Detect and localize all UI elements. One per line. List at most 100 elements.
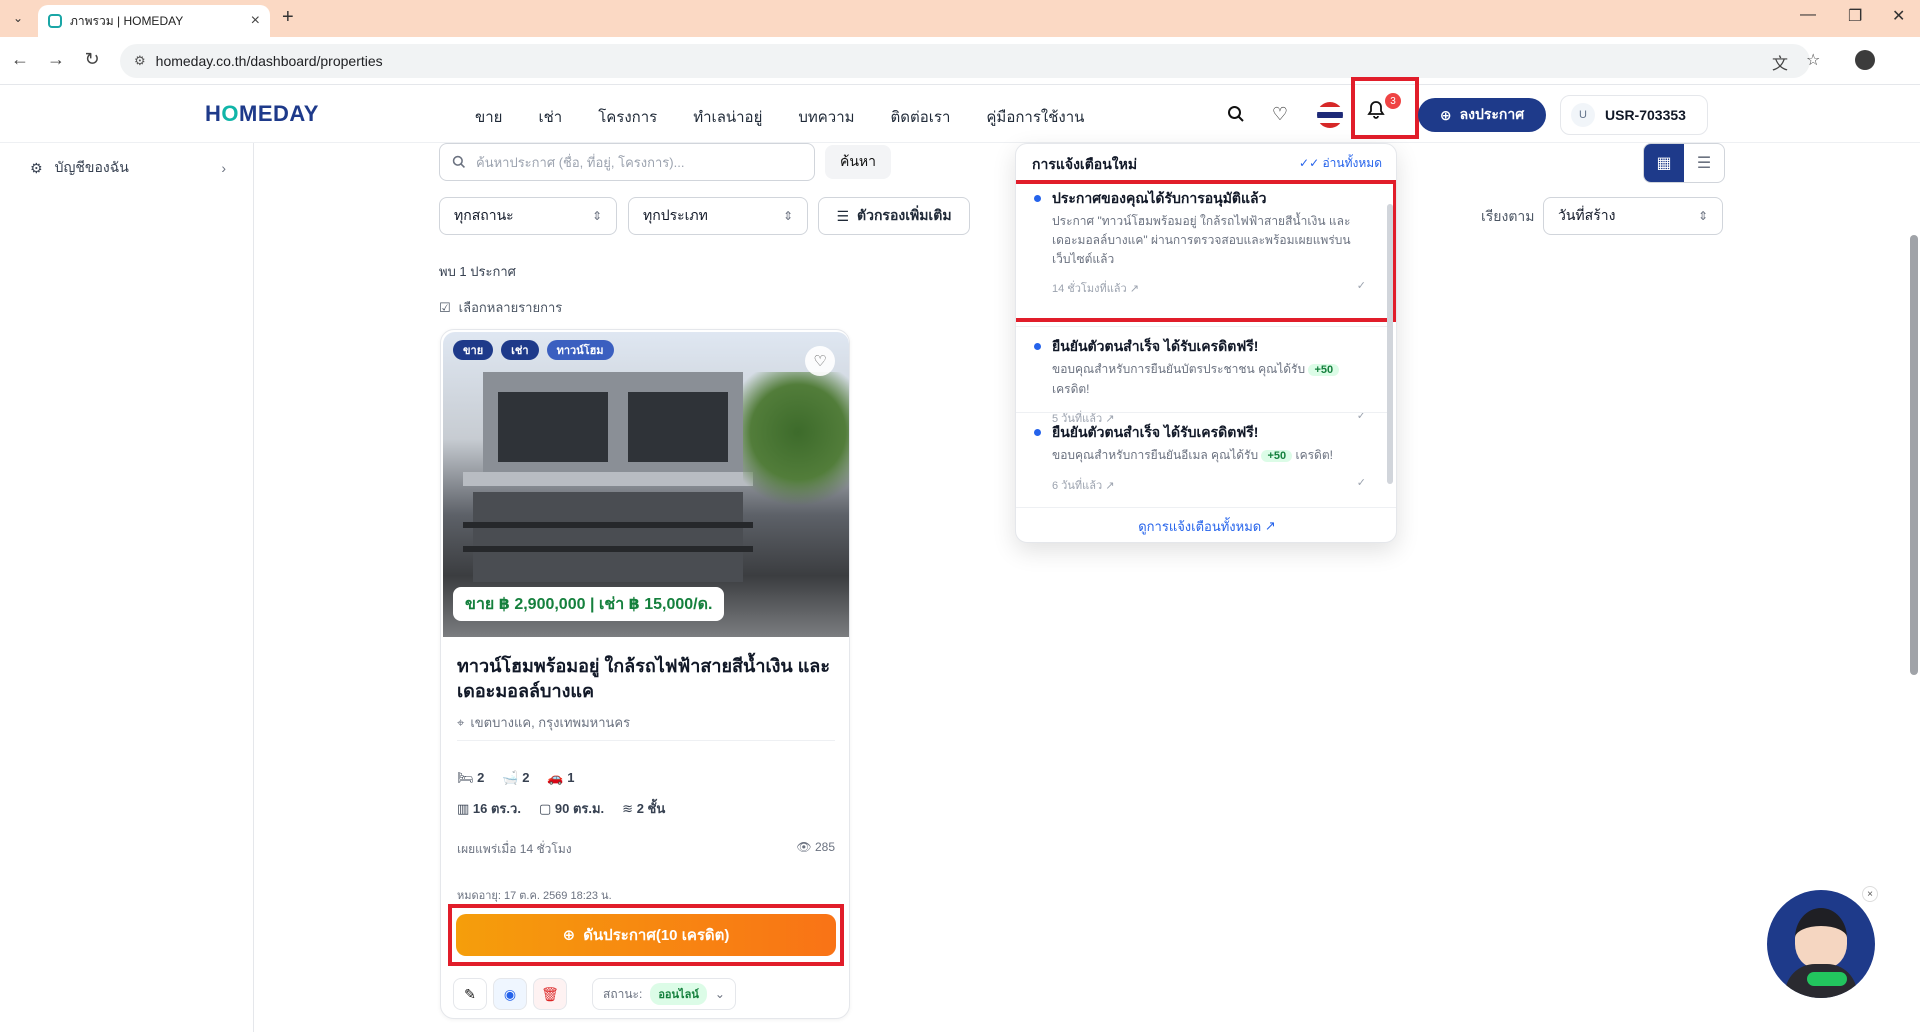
listing-card[interactable]: ขาย เช่า ทาวน์โฮม ♡ ขาย ฿ 2,900,000 | เช…: [440, 329, 850, 1019]
listing-footer: เผยแพร่เมื่อ 14 ชั่วโมง 👁 285: [457, 840, 835, 859]
search-input-icon: [452, 155, 465, 168]
unread-dot: [1034, 429, 1041, 436]
url-text: homeday.co.th/dashboard/properties: [155, 53, 383, 69]
trash-icon: 🗑: [541, 985, 559, 1002]
post-listing-button[interactable]: ⊕ ลงประกาศ: [1418, 98, 1546, 132]
main-nav: ขาย เช่า โครงการ ทำเลน่าอยู่ บทความ ติดต…: [475, 105, 1084, 129]
translate-icon[interactable]: 文: [1772, 50, 1788, 74]
notification-scrollbar[interactable]: [1387, 204, 1393, 484]
arrow-up-circle-icon: ⊕: [562, 927, 576, 944]
map-icon: ▥: [457, 801, 470, 816]
minimize-icon[interactable]: —: [1800, 6, 1816, 24]
favorites-heart-icon[interactable]: ♡: [1268, 102, 1292, 126]
boost-listing-button[interactable]: ⊕ ดันประกาศ(10 เครดิต): [456, 914, 836, 956]
restore-icon[interactable]: ❐: [1848, 6, 1862, 26]
listing-title[interactable]: ทาวน์โฮมพร้อมอยู่ ใกล้รถไฟฟ้าสายสีน้ำเงิ…: [457, 654, 837, 704]
notification-bell-icon[interactable]: [1366, 100, 1386, 126]
bookmark-star-icon[interactable]: ☆: [1806, 50, 1820, 70]
eye-icon: 👁: [796, 840, 812, 854]
nav-item-rent[interactable]: เช่า: [538, 105, 562, 129]
profile-avatar-icon[interactable]: [1855, 50, 1875, 70]
omnibox[interactable]: ⚙ homeday.co.th/dashboard/properties: [120, 44, 1810, 78]
sort-select[interactable]: วันที่สร้าง ⇕: [1543, 197, 1723, 235]
view-count: 👁 285: [796, 840, 835, 854]
status-filter-select[interactable]: ทุกสถานะ ⇕: [439, 197, 617, 235]
view-button[interactable]: ◉: [493, 978, 527, 1010]
status-badge: ออนไลน์: [650, 983, 707, 1005]
view-toggle: ▦ ☰: [1643, 143, 1725, 183]
map-pin-icon: ⌖: [457, 714, 465, 730]
notification-item[interactable]: ยืนยันตัวตนสำเร็จ ได้รับเครดิตฟรี! ขอบคุ…: [1016, 336, 1386, 427]
checkbox-icon: ☑: [439, 299, 451, 315]
check-icon: ✓: [1356, 477, 1366, 489]
favorite-heart-icon[interactable]: ♡: [805, 346, 835, 376]
bathrooms: 🛁 2: [502, 770, 530, 785]
read-all-link[interactable]: ✓✓ อ่านทั้งหมด: [1299, 154, 1382, 176]
more-filters-button[interactable]: ☰ ตัวกรองเพิ่มเติม: [818, 197, 970, 235]
type-filter-select[interactable]: ทุกประเภท ⇕: [628, 197, 808, 235]
expire-date: หมดอายุ: 17 ต.ค. 2569 18:23 น.: [457, 890, 612, 902]
tab-close-icon[interactable]: ×: [251, 12, 260, 30]
forward-icon[interactable]: →: [44, 49, 68, 70]
site-favicon-icon: [48, 14, 62, 28]
multi-select-toggle[interactable]: ☑ เลือกหลายรายการ: [439, 297, 562, 318]
browser-tab[interactable]: ภาพรวม | HOMEDAY ×: [38, 5, 270, 37]
listing-features-row2: ▥ 16 ตร.ว. ▢ 90 ตร.ม. ≋ 2 ชั้น: [457, 798, 665, 819]
reload-icon[interactable]: ↻: [80, 49, 104, 70]
list-view-icon[interactable]: ☰: [1684, 144, 1724, 182]
view-all-notifications-link[interactable]: ดูการแจ้งเตือนทั้งหมด ↗: [1016, 507, 1396, 542]
page-scrollbar[interactable]: [1910, 235, 1918, 675]
layers-icon: ≋: [622, 801, 634, 816]
divider: [457, 740, 835, 741]
nav-item-contact[interactable]: ติดต่อเรา: [891, 105, 951, 129]
nav-item-projects[interactable]: โครงการ: [598, 105, 657, 129]
delete-button[interactable]: 🗑: [533, 978, 567, 1010]
sliders-icon: ☰: [836, 207, 849, 224]
search-placeholder: ค้นหาประกาศ (ชื่อ, ที่อยู่, โครงการ)...: [476, 154, 685, 170]
back-icon[interactable]: ←: [8, 49, 32, 70]
search-button[interactable]: ค้นหา: [825, 145, 891, 179]
nav-item-sell[interactable]: ขาย: [475, 105, 502, 129]
notification-highlight: [1016, 180, 1396, 322]
chevron-down-icon: ⌄: [714, 987, 725, 1001]
edit-button[interactable]: ✎: [453, 978, 487, 1010]
nav-item-articles[interactable]: บทความ: [798, 105, 854, 129]
grid-view-icon[interactable]: ▦: [1644, 144, 1684, 182]
new-tab-icon[interactable]: +: [282, 6, 294, 29]
pencil-icon: ✎: [464, 985, 476, 1002]
search-input[interactable]: ค้นหาประกาศ (ชื่อ, ที่อยู่, โครงการ)...: [439, 143, 815, 181]
chat-assistant-avatar[interactable]: [1767, 890, 1875, 998]
floors: ≋ 2 ชั้น: [622, 801, 666, 816]
chat-close-icon[interactable]: ×: [1862, 886, 1878, 902]
nav-item-guide[interactable]: คู่มือการใช้งาน: [986, 105, 1084, 129]
close-window-icon[interactable]: ✕: [1892, 6, 1905, 26]
chevron-right-icon: ›: [221, 160, 226, 176]
status-select[interactable]: สถานะ: ออนไลน์ ⌄: [592, 978, 736, 1010]
area-square-icon: ▢: [538, 801, 552, 816]
external-link-icon: ↗: [1264, 518, 1276, 533]
results-count: พบ 1 ประกาศ: [439, 264, 516, 279]
land-size: ▥ 16 ตร.ว.: [457, 801, 521, 816]
gear-icon: ⚙: [30, 159, 43, 176]
tab-search-icon[interactable]: ⌄: [8, 8, 28, 28]
tag-sell: ขาย: [453, 340, 494, 360]
notification-title: การแจ้งเตือนใหม่: [1032, 156, 1138, 172]
site-header: HOMEDAY ขาย เช่า โครงการ ทำเลน่าอยู่ บทค…: [0, 77, 1920, 143]
tag-townhome: ทาวน์โฮม: [546, 340, 614, 360]
sidebar-item-my-account[interactable]: ⚙ บัญชีของฉัน ›: [30, 157, 226, 179]
site-settings-icon[interactable]: ⚙: [134, 53, 146, 69]
notification-item[interactable]: ยืนยันตัวตนสำเร็จ ได้รับเครดิตฟรี! ขอบคุ…: [1016, 422, 1386, 494]
user-menu-button[interactable]: U USR-703353: [1560, 95, 1708, 135]
published-time: เผยแพร่เมื่อ 14 ชั่วโมง: [457, 842, 572, 856]
car-icon: 🚗: [547, 770, 564, 785]
line-chat-icon: [1807, 972, 1847, 986]
notification-dropdown: การแจ้งเตือนใหม่ ✓✓ อ่านทั้งหมด ประกาศขอ…: [1015, 143, 1397, 543]
thai-flag-icon[interactable]: [1317, 102, 1343, 128]
bed-icon: 🛏: [457, 770, 474, 785]
bedrooms: 🛏 2: [457, 770, 485, 785]
check-double-icon: ✓✓: [1299, 156, 1320, 170]
external-link-icon: ↗: [1105, 480, 1115, 492]
search-icon[interactable]: [1224, 102, 1248, 126]
homeday-logo[interactable]: HOMEDAY: [205, 101, 319, 127]
nav-item-locations[interactable]: ทำเลน่าอยู่: [693, 105, 762, 129]
